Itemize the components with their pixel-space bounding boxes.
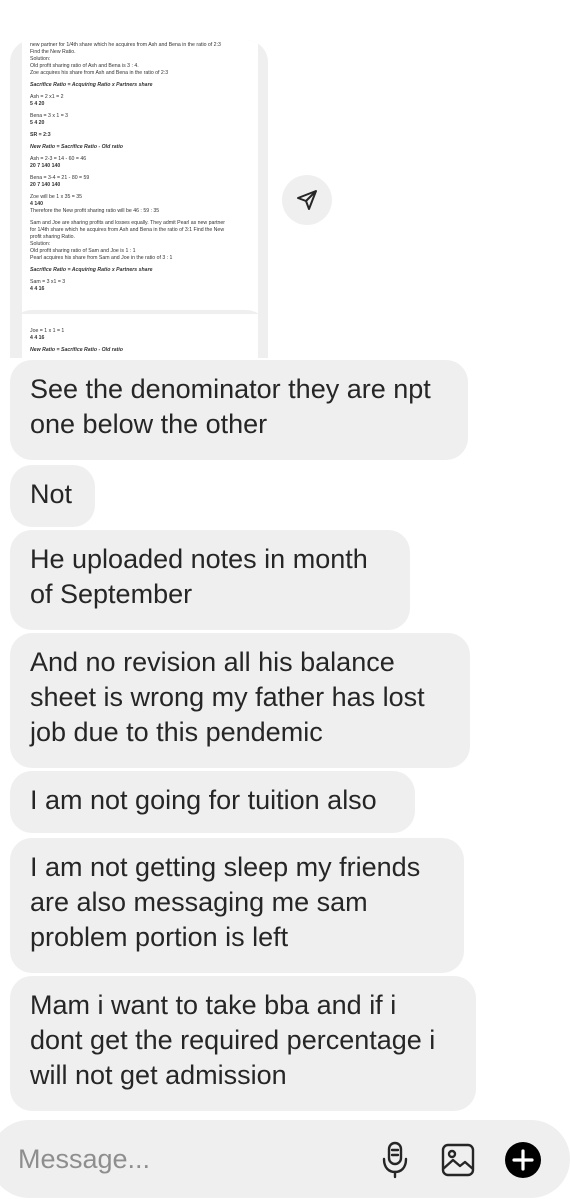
- message-bubble[interactable]: I am not getting sleep my friends are al…: [10, 838, 464, 973]
- notes-line: Sacrifice Ratio = Acquiring Ratio x Part…: [30, 82, 153, 89]
- notes-line: Ash = 2 x1 = 2: [30, 94, 64, 101]
- notes-line: Find the New Ratio.: [30, 49, 76, 56]
- attachment-image-2[interactable]: Joe = 1 x 1 = 1 4 4 16 New Ratio = Sacri…: [10, 310, 268, 358]
- notes-line: SR = 2:3: [30, 132, 51, 139]
- notes-line: Pearl acquires his share from Sam and Jo…: [30, 255, 173, 262]
- notes-line: new partner for 1/4th share which he acq…: [30, 42, 221, 48]
- notes-line: 4 4 16: [30, 286, 45, 293]
- notes-line: Solution:: [30, 56, 51, 63]
- notes-line: Sacrifice Ratio = Acquiring Ratio x Part…: [30, 267, 153, 274]
- message-text: He uploaded notes in month of September: [30, 544, 368, 609]
- gallery-icon[interactable]: [438, 1140, 478, 1180]
- notes-line: Solution:: [30, 241, 51, 248]
- notes-line: Joe = 1 x 1 = 1: [30, 328, 65, 334]
- notes-line: New Ratio = Sacrifice Ratio - Old ratio: [30, 347, 123, 354]
- message-input[interactable]: Message...: [18, 1144, 150, 1175]
- notes-line: 5 4 20: [30, 101, 45, 108]
- message-text: Not: [30, 479, 73, 509]
- message-text: And no revision all his balance sheet is…: [30, 647, 425, 747]
- notes-line: 4 4 16: [30, 335, 45, 342]
- notes-line: Bena = 3-4 = 21 - 80 = 59: [30, 175, 90, 182]
- notes-line: 20 7 140 140: [30, 163, 61, 170]
- notes-page-1: new partner for 1/4th share which he acq…: [22, 40, 258, 352]
- notes-line: Sam = 3 x1 = 3: [30, 279, 66, 286]
- notes-line: New Ratio = Sacrifice Ratio - Old ratio: [30, 144, 123, 151]
- notes-line: Therefore the New profit sharing ratio w…: [30, 208, 160, 215]
- message-bubble[interactable]: Mam i want to take bba and if i dont get…: [10, 976, 476, 1111]
- plus-icon[interactable]: [503, 1140, 543, 1180]
- send-icon: [295, 188, 319, 212]
- message-bubble[interactable]: Not: [10, 465, 95, 527]
- message-bubble[interactable]: See the denominator they are npt one bel…: [10, 360, 468, 460]
- notes-line: Old profit sharing ratio of Ash and Bena…: [30, 63, 139, 70]
- share-button[interactable]: [282, 175, 332, 225]
- message-text: See the denominator they are npt one bel…: [30, 374, 431, 439]
- notes-line: Bena = 3 x 1 = 3: [30, 113, 69, 120]
- notes-line: Zoe will be 1 x 35 = 35: [30, 194, 83, 201]
- message-text: I am not getting sleep my friends are al…: [30, 852, 421, 952]
- notes-line: for 1/4th share which he acquires from A…: [30, 227, 225, 234]
- microphone-icon[interactable]: [376, 1140, 414, 1180]
- message-bubble[interactable]: He uploaded notes in month of September: [10, 530, 410, 630]
- message-bubble[interactable]: And no revision all his balance sheet is…: [10, 633, 470, 768]
- message-text: Mam i want to take bba and if i dont get…: [30, 990, 436, 1090]
- notes-line: 4 140: [30, 201, 43, 208]
- message-composer: Message...: [0, 1120, 570, 1198]
- notes-line: Ash = 2-3 = 14 - 60 = 46: [30, 156, 87, 163]
- message-text: I am not going for tuition also: [30, 785, 377, 815]
- notes-line: 5 4 20: [30, 120, 45, 127]
- notes-line: 20 7 140 140: [30, 182, 61, 189]
- message-bubble[interactable]: I am not going for tuition also: [10, 771, 415, 833]
- notes-line: Old profit sharing ratio of Sam and Joe …: [30, 248, 136, 255]
- notes-page-2: Joe = 1 x 1 = 1 4 4 16 New Ratio = Sacri…: [22, 314, 258, 358]
- notes-line: profit sharing Ratio.: [30, 234, 75, 241]
- notes-line: Zoe acquires his share from Ash and Bena…: [30, 70, 169, 77]
- notes-line: Sam and Joe are sharing profits and loss…: [30, 220, 226, 227]
